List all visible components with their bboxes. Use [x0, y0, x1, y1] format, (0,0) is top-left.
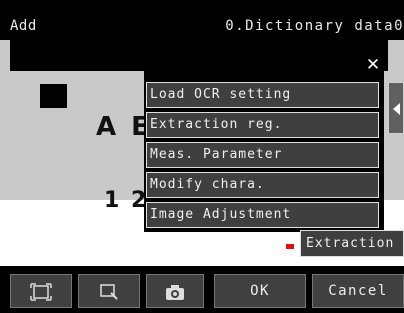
red-marker — [286, 244, 294, 249]
fit-screen-icon — [30, 283, 52, 301]
menu-item-load-ocr-setting[interactable]: Load OCR setting — [146, 82, 379, 108]
title-bar: Add 0.Dictionary data0 — [0, 0, 404, 40]
fit-screen-button[interactable] — [10, 274, 72, 308]
zoom-icon — [100, 284, 118, 300]
dictionary-label: 0.Dictionary data0 — [225, 18, 404, 34]
context-menu: ✕ Load OCR setting Extraction reg. Meas.… — [144, 54, 384, 232]
cancel-button[interactable]: Cancel — [312, 274, 404, 308]
menu-item-image-adjustment[interactable]: Image Adjustment — [146, 202, 379, 228]
close-icon[interactable]: ✕ — [364, 56, 382, 74]
camera-icon — [166, 285, 184, 300]
cancel-label: Cancel — [328, 283, 388, 299]
ok-label: OK — [250, 283, 270, 299]
ok-button[interactable]: OK — [214, 274, 306, 308]
arrow-left-icon — [393, 103, 400, 115]
menu-item-modify-chara[interactable]: Modify chara. — [146, 172, 379, 198]
camera-button[interactable] — [146, 274, 204, 308]
black-marker — [40, 84, 67, 108]
sample-text-bottom: 1 2 — [104, 188, 149, 213]
zoom-button[interactable] — [78, 274, 140, 308]
menu-item-extraction-reg[interactable]: Extraction reg. — [146, 112, 379, 138]
menu-item-meas-parameter[interactable]: Meas. Parameter — [146, 142, 379, 168]
mode-label: Add — [10, 18, 37, 34]
side-panel-toggle[interactable] — [388, 82, 404, 134]
bottom-toolbar: OK Cancel — [0, 266, 404, 308]
extraction-button[interactable]: Extraction — [300, 230, 404, 257]
